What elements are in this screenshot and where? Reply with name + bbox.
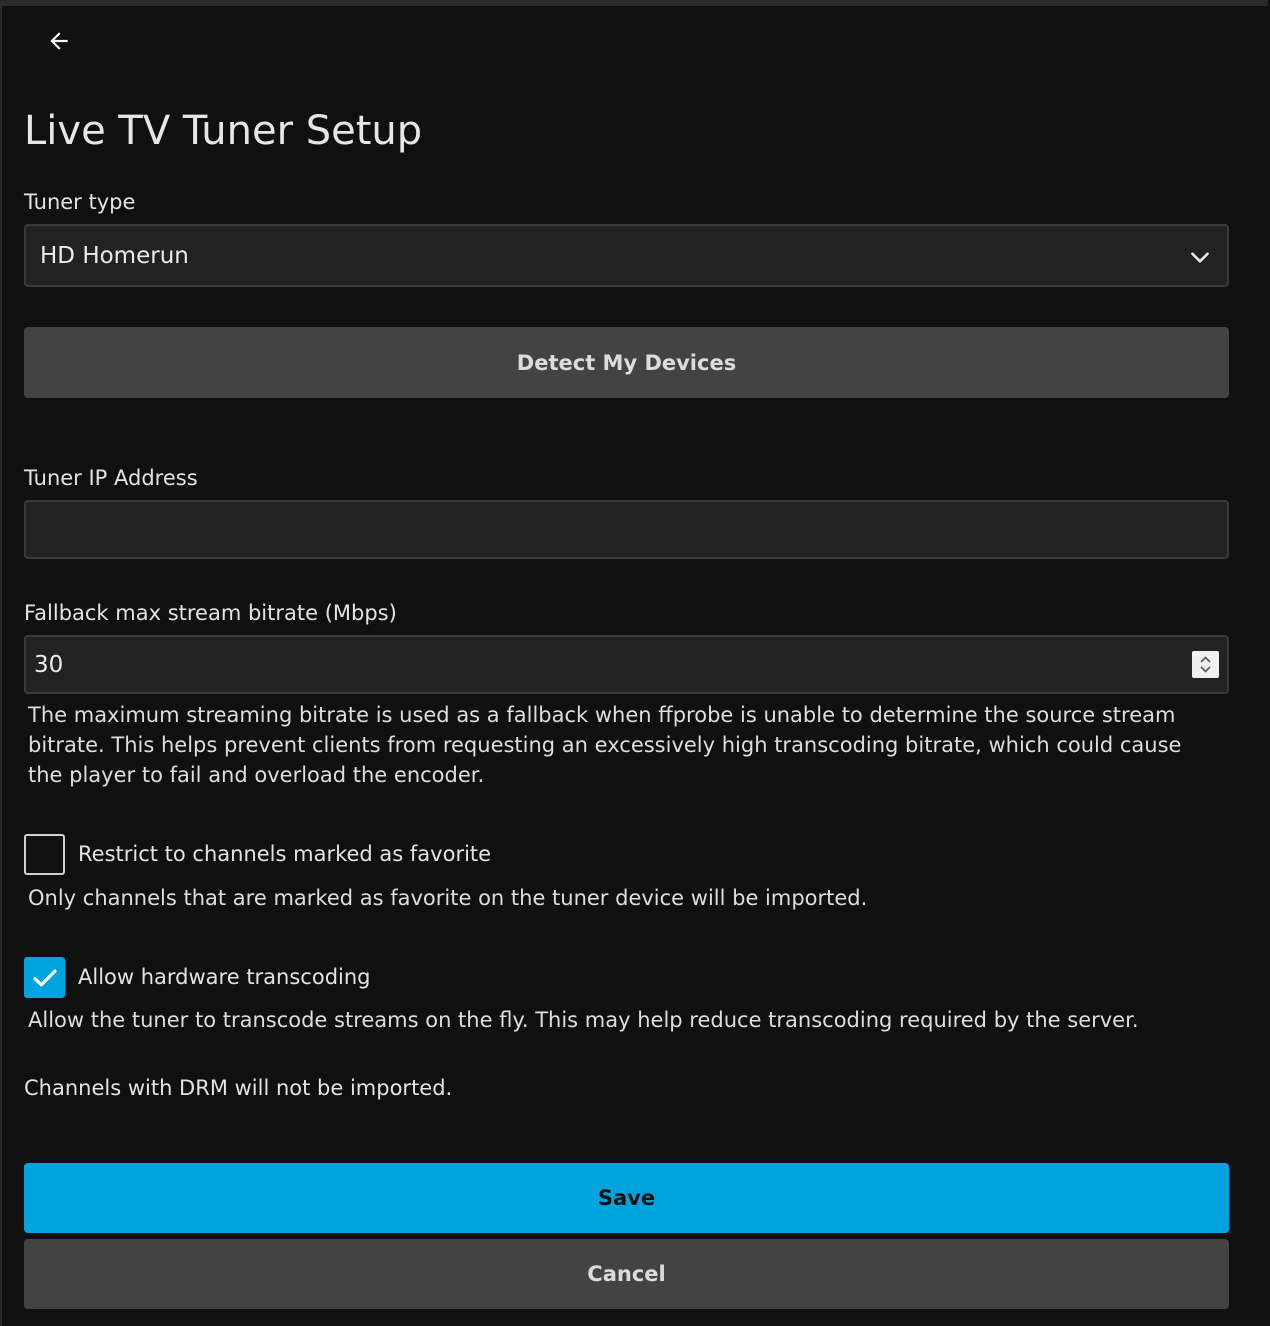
tuner-type-value: HD Homerun — [40, 242, 189, 269]
detect-devices-button[interactable]: Detect My Devices — [24, 327, 1229, 398]
spinner-arrows-icon — [1200, 656, 1211, 673]
tuner-ip-input[interactable] — [24, 500, 1229, 559]
tuner-type-label: Tuner type — [24, 190, 136, 214]
cancel-label: Cancel — [587, 1262, 666, 1286]
save-button[interactable]: Save — [24, 1163, 1229, 1233]
detect-devices-label: Detect My Devices — [516, 350, 737, 375]
bitrate-label: Fallback max stream bitrate (Mbps) — [24, 601, 397, 625]
bitrate-value: 30 — [34, 651, 64, 678]
hw-transcoding-checkbox[interactable] — [24, 957, 65, 998]
number-spinner-icon[interactable] — [1192, 651, 1219, 678]
hw-transcoding-label[interactable]: Allow hardware transcoding — [78, 965, 371, 989]
tuner-ip-label: Tuner IP Address — [24, 466, 198, 490]
drm-note: Channels with DRM will not be imported. — [24, 1076, 453, 1100]
cancel-button[interactable]: Cancel — [24, 1239, 1229, 1309]
favorites-checkbox[interactable] — [24, 834, 65, 875]
tuner-type-select[interactable]: HD Homerun — [24, 224, 1229, 287]
bitrate-input[interactable]: 30 — [24, 635, 1229, 694]
favorites-help-text: Only channels that are marked as favorit… — [28, 886, 868, 910]
page-title: Live TV Tuner Setup — [24, 108, 423, 154]
back-button[interactable] — [36, 20, 82, 62]
favorites-label[interactable]: Restrict to channels marked as favorite — [78, 842, 491, 866]
hw-transcoding-help-text: Allow the tuner to transcode streams on … — [28, 1008, 1139, 1032]
bitrate-help-text: The maximum streaming bitrate is used as… — [28, 703, 1182, 787]
arrow-left-icon — [50, 32, 68, 50]
checkmark-icon — [32, 969, 57, 986]
save-label: Save — [597, 1186, 656, 1210]
chevron-down-icon — [1191, 252, 1209, 263]
